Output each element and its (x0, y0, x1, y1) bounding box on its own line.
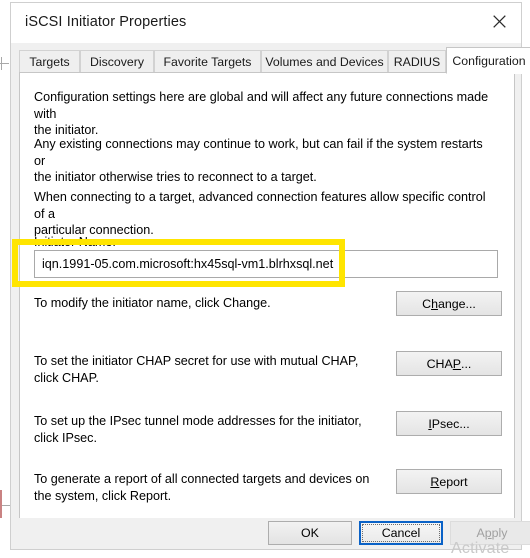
window-edge-mark (0, 490, 2, 518)
tab-targets[interactable]: Targets (19, 50, 80, 73)
title-bar: iSCSI Initiator Properties (11, 3, 521, 43)
ipsec-row-description: To set up the IPsec tunnel mode addresse… (34, 414, 362, 445)
tab-radius[interactable]: RADIUS (388, 50, 446, 73)
dialog-button-bar: OK Cancel Ap ply (11, 518, 530, 549)
close-icon[interactable] (477, 3, 521, 39)
cancel-button[interactable]: Cancel (359, 521, 443, 545)
tab-label: RADIUS (393, 55, 441, 69)
button-label: Cancel (381, 526, 421, 540)
configuration-tab-panel: Configuration settings here are global a… (19, 72, 515, 519)
ipsec-button[interactable]: I Psec... (396, 411, 502, 436)
button-label-part: ange... (437, 296, 476, 311)
page-title: iSCSI Initiator Properties (25, 14, 187, 30)
button-accelerator: R (430, 474, 440, 489)
button-accelerator: h (431, 296, 438, 311)
tab-discovery[interactable]: Discovery (80, 50, 154, 73)
initiator-name-label: Initiator Name: (34, 235, 116, 249)
config-description-1: Configuration settings here are global a… (34, 90, 489, 137)
button-label-part: ply (491, 526, 508, 540)
button-label-part: A (476, 526, 485, 540)
config-description-3: When connecting to a target, advanced co… (34, 190, 486, 237)
screenshot-root: iSCSI Initiator Properties Targets Disco… (0, 0, 530, 557)
button-label-part: Psec... (431, 416, 470, 431)
tab-configuration[interactable]: Configuration (446, 47, 530, 74)
initiator-name-input[interactable] (34, 250, 498, 278)
tab-label: Volumes and Devices (265, 55, 384, 69)
ok-button[interactable]: OK (268, 521, 352, 545)
button-label: OK (301, 526, 319, 540)
chap-row-description: To set the initiator CHAP secret for use… (34, 354, 359, 385)
button-label-part: ... (461, 356, 472, 371)
tab-strip: Targets Discovery Favorite Targets Volum… (19, 47, 530, 74)
tab-label: Favorite Targets (163, 55, 252, 69)
button-label-part: eport (439, 474, 468, 489)
report-row-description: To generate a report of all connected ta… (34, 472, 370, 503)
button-label-part: CHA (426, 356, 453, 371)
change-row-description: To modify the initiator name, click Chan… (34, 296, 271, 310)
report-button[interactable]: Report (396, 469, 502, 494)
button-label-part: C (422, 296, 432, 311)
tab-label: Targets (29, 55, 70, 69)
button-accelerator: p (484, 526, 492, 540)
tab-label: Discovery (90, 55, 144, 69)
iscsi-initiator-properties-dialog: iSCSI Initiator Properties Targets Disco… (10, 2, 530, 557)
tab-label: Configuration (452, 53, 526, 68)
tab-favorite-targets[interactable]: Favorite Targets (154, 50, 261, 73)
chap-button[interactable]: CHA P... (396, 351, 502, 376)
change-button[interactable]: Ch ange... (396, 291, 502, 316)
window-edge-mark (2, 505, 10, 506)
tab-volumes-and-devices[interactable]: Volumes and Devices (261, 50, 388, 73)
button-accelerator: P (452, 356, 462, 371)
activation-watermark: Activate (451, 540, 510, 557)
config-description-2: Any existing connections may continue to… (34, 137, 483, 184)
window-edge-mark (1, 57, 2, 70)
